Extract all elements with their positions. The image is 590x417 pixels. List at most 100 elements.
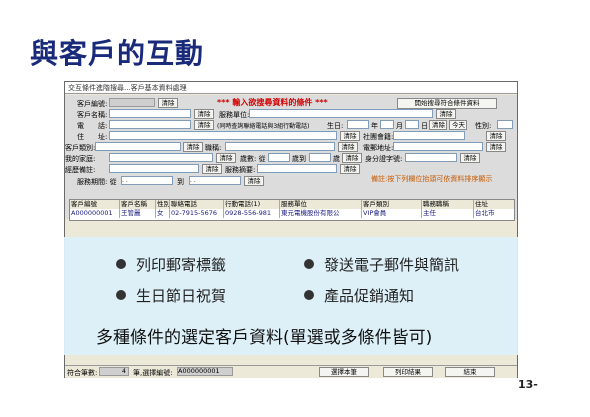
age-from-input[interactable] bbox=[268, 153, 290, 162]
social-input[interactable] bbox=[393, 131, 465, 140]
bullet-text: 生日節日祝賀 bbox=[136, 287, 227, 305]
clear-date-button[interactable]: 清除 bbox=[244, 176, 264, 186]
select-record-button[interactable]: 選擇本筆 bbox=[319, 367, 369, 377]
bullet-item: 列印郵寄標籤 bbox=[116, 254, 226, 275]
remark-select[interactable] bbox=[109, 164, 199, 173]
cell-cust-type: VIP會員 bbox=[362, 209, 422, 218]
date-from-input[interactable]: . . bbox=[121, 176, 173, 185]
home-select[interactable] bbox=[109, 153, 213, 162]
date-to-label: 到 bbox=[177, 178, 184, 186]
cust-type-select[interactable] bbox=[95, 142, 181, 151]
address-label: 住 址: bbox=[77, 133, 108, 141]
cust-type-label: 客戶類別: bbox=[65, 144, 96, 152]
bullet-item: 生日節日祝賀 bbox=[116, 285, 226, 306]
gender-select[interactable] bbox=[497, 120, 513, 129]
cust-name-input[interactable] bbox=[109, 109, 191, 118]
exit-button[interactable]: 結束 bbox=[445, 367, 495, 377]
feature-overlay: 列印郵寄標籤 發送電子郵件與簡訊 生日節日祝賀 產品促銷通知 多種條件的選定客戶… bbox=[64, 237, 518, 355]
column-header[interactable]: 客戶類別 bbox=[362, 200, 422, 209]
bullet-text: 列印郵寄標籤 bbox=[136, 256, 227, 274]
cell-address: 台北市 bbox=[475, 209, 495, 217]
age-to-input[interactable] bbox=[309, 153, 331, 162]
age-unit-label: 歲 bbox=[333, 155, 340, 163]
column-header[interactable]: 職務職稱 bbox=[422, 200, 474, 209]
bullet-text: 產品促銷通知 bbox=[324, 287, 415, 305]
column-header[interactable]: 客戶名稱 bbox=[120, 200, 156, 209]
gender-label: 性別: bbox=[475, 122, 492, 130]
start-search-button[interactable]: 開始搜尋符合條件資料 bbox=[397, 98, 497, 109]
clear-age-button[interactable]: 清除 bbox=[342, 153, 362, 163]
clear-phone-button[interactable]: 清除 bbox=[194, 120, 214, 130]
company-input[interactable] bbox=[249, 109, 433, 118]
table-row[interactable]: A000000001 王管麗 女 02-7915-5676 0928-556-9… bbox=[70, 209, 514, 218]
company-label: 服務單位: bbox=[219, 111, 250, 119]
id-number-label: 身分證字號: bbox=[365, 155, 403, 163]
email-label: 電郵地址: bbox=[363, 144, 394, 152]
column-header[interactable]: 聯絡電話 bbox=[170, 200, 224, 209]
bullet-item: 產品促銷通知 bbox=[304, 285, 414, 306]
table-header: 客戶編號 客戶名稱 性別 聯絡電話 行動電話(1) 服務單位 客戶類別 職務職稱… bbox=[70, 200, 514, 209]
cell-gender: 女 bbox=[156, 209, 170, 218]
cell-title: 主任 bbox=[422, 209, 474, 218]
slide-title: 與客戶的互動 bbox=[30, 37, 205, 70]
window-title: 交互條件進階搜尋...客戶基本資料處理 bbox=[65, 82, 517, 94]
title-label: 職稱: bbox=[205, 144, 222, 152]
age-to-label: 歲到 bbox=[292, 155, 306, 163]
cell-company: 東元電機股份有限公 bbox=[280, 209, 362, 218]
clear-address-button[interactable]: 清除 bbox=[340, 131, 360, 141]
bullet-text: 發送電子郵件與簡訊 bbox=[324, 256, 460, 274]
phone-label: 電 話: bbox=[77, 122, 108, 130]
clear-remark-button[interactable]: 清除 bbox=[202, 164, 222, 174]
clear-social-button[interactable]: 清除 bbox=[486, 131, 506, 141]
search-form: 客戶編號: 清除 *** 輸入欲搜尋資料的條件 *** 開始搜尋符合條件資料 客… bbox=[65, 95, 517, 221]
print-results-button[interactable]: 列印結果 bbox=[383, 367, 433, 377]
summary-label: 服務摘要: bbox=[225, 166, 256, 174]
title-select[interactable] bbox=[225, 142, 335, 151]
birth-month-input[interactable] bbox=[380, 120, 394, 129]
phone-hint: (同時查詢聯絡電話與3組行動電話) bbox=[217, 123, 310, 130]
clear-email-button[interactable]: 清除 bbox=[486, 142, 506, 152]
bullet-dot-icon bbox=[304, 258, 314, 269]
count-label: 符合筆數: bbox=[67, 369, 98, 377]
cell-phone: 02-7915-5676 bbox=[170, 209, 224, 218]
clear-id-button[interactable]: 清除 bbox=[460, 153, 480, 163]
column-header[interactable]: 客戶編號 bbox=[70, 200, 120, 209]
selected-label: 筆,選擇編號: bbox=[133, 369, 173, 377]
month-label: 月 bbox=[396, 122, 403, 130]
clear-cust-type-button[interactable]: 清除 bbox=[183, 142, 203, 152]
summary-input[interactable] bbox=[257, 164, 337, 173]
selected-id-value: A000000001 bbox=[177, 367, 233, 376]
clear-summary-button[interactable]: 清除 bbox=[340, 164, 360, 174]
date-from-label: 服務期間: 從 bbox=[77, 178, 117, 186]
column-header[interactable]: 行動電話(1) bbox=[224, 200, 280, 209]
birthday-label: 生日: bbox=[327, 122, 344, 130]
email-input[interactable] bbox=[393, 142, 483, 151]
page-number: 13- bbox=[518, 378, 538, 391]
cell-cust-id: A000000001 bbox=[70, 209, 120, 218]
clear-company-button[interactable]: 清除 bbox=[436, 109, 456, 119]
column-header[interactable]: 服務單位 bbox=[280, 200, 362, 209]
clear-birthday-button[interactable]: 清除 bbox=[429, 120, 447, 130]
id-number-input[interactable] bbox=[405, 153, 457, 162]
bullet-item: 發送電子郵件與簡訊 bbox=[304, 254, 459, 275]
address-input[interactable] bbox=[109, 131, 337, 140]
birth-day-input[interactable] bbox=[405, 120, 419, 129]
today-button[interactable]: 今天 bbox=[449, 120, 467, 130]
year-label: 年 bbox=[371, 122, 378, 130]
bullet-dot-icon bbox=[304, 289, 314, 300]
cust-id-input[interactable] bbox=[109, 98, 155, 107]
column-header[interactable]: 性別 bbox=[156, 200, 170, 209]
home-label: 我的家庭: bbox=[65, 155, 96, 163]
status-bar: 符合筆數: 4 筆,選擇編號: A000000001 選擇本筆 列印結果 結束 bbox=[65, 365, 517, 378]
birth-year-input[interactable] bbox=[347, 120, 369, 129]
clear-title-button[interactable]: 清除 bbox=[338, 142, 358, 152]
phone-input[interactable] bbox=[109, 120, 191, 129]
date-to-input[interactable]: . . bbox=[189, 176, 241, 185]
clear-cust-id-button[interactable]: 清除 bbox=[158, 98, 178, 108]
cust-name-label: 客戶名稱: bbox=[77, 111, 108, 119]
clear-cust-name-button[interactable]: 清除 bbox=[194, 109, 214, 119]
clear-home-button[interactable]: 清除 bbox=[216, 153, 236, 163]
column-header[interactable]: 住址 bbox=[474, 200, 514, 209]
remark-label: 經歷備註: bbox=[65, 166, 96, 174]
results-table: 客戶編號 客戶名稱 性別 聯絡電話 行動電話(1) 服務單位 客戶類別 職務職稱… bbox=[69, 199, 515, 221]
